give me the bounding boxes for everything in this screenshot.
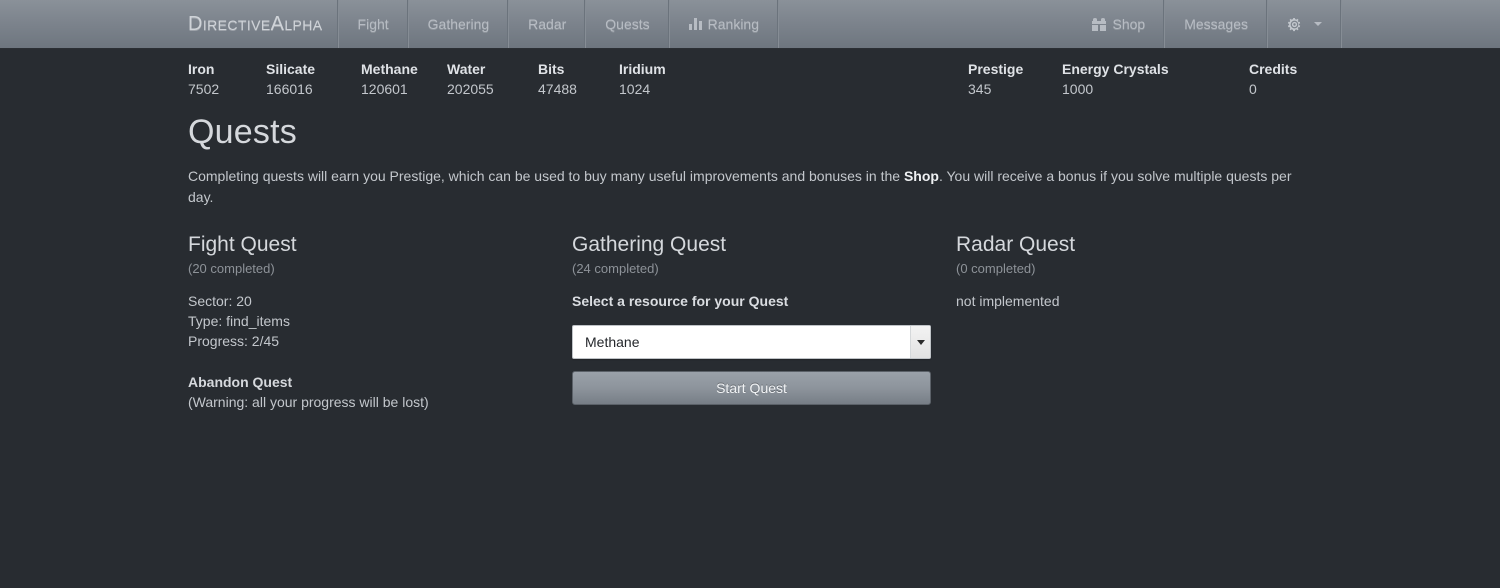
fight-quest-title: Fight Quest bbox=[188, 233, 297, 256]
chevron-down-icon bbox=[1314, 22, 1322, 26]
fight-quest-progress: Progress: 2/45 bbox=[188, 333, 280, 349]
resource-select-wrapper: IronSilicateMethaneWaterBitsIridium bbox=[572, 325, 931, 359]
resource-group-primary: Iron 7502 Silicate 166016 Methane 120601… bbox=[188, 59, 666, 100]
nav-item-label: Ranking bbox=[707, 16, 760, 32]
resource-name: Bits bbox=[538, 61, 565, 77]
nav-item-quests[interactable]: Quests bbox=[586, 0, 670, 48]
resource-credits: Credits 0 bbox=[1249, 59, 1297, 100]
radar-quest-status: not implemented bbox=[956, 293, 1060, 309]
resource-methane: Methane 120601 bbox=[361, 59, 447, 100]
resource-bits: Bits 47488 bbox=[538, 59, 619, 100]
nav-item-label: Radar bbox=[528, 16, 567, 32]
gathering-quest-completed: (24 completed) bbox=[572, 261, 659, 276]
nav-item-label: Shop bbox=[1112, 16, 1146, 32]
resource-value: 202055 bbox=[447, 81, 494, 97]
resource-name: Water bbox=[447, 61, 486, 77]
abandon-quest-warning: (Warning: all your progress will be lost… bbox=[188, 394, 429, 410]
page-description: Completing quests will earn you Prestige… bbox=[188, 166, 1318, 208]
page-description-part1: Completing quests will earn you Prestige… bbox=[188, 168, 904, 184]
gift-icon bbox=[1092, 17, 1107, 31]
radar-quest-title: Radar Quest bbox=[956, 233, 1076, 256]
nav-item-settings-dropdown[interactable] bbox=[1268, 0, 1342, 48]
page-title: Quests bbox=[188, 113, 297, 151]
brand-logo[interactable]: DirectiveAlpha bbox=[188, 0, 339, 48]
resource-value: 1000 bbox=[1062, 81, 1094, 97]
resource-select[interactable]: IronSilicateMethaneWaterBitsIridium bbox=[572, 325, 931, 359]
resource-name: Methane bbox=[361, 61, 418, 77]
radar-quest-completed: (0 completed) bbox=[956, 261, 1036, 276]
nav-item-radar[interactable]: Radar bbox=[509, 0, 587, 48]
resource-value: 7502 bbox=[188, 81, 220, 97]
resource-value: 120601 bbox=[361, 81, 408, 97]
bar-chart-icon bbox=[688, 18, 702, 30]
fight-quest-details: Sector: 20 Type: find_items Progress: 2/… bbox=[188, 291, 572, 351]
fight-quest-panel: Fight Quest (20 completed) Sector: 20 Ty… bbox=[188, 232, 572, 412]
abandon-quest-block: Abandon Quest (Warning: all your progres… bbox=[188, 372, 572, 412]
navbar-left-spacer bbox=[0, 0, 188, 48]
fight-quest-type: Type: find_items bbox=[188, 313, 290, 329]
gathering-quest-title: Gathering Quest bbox=[572, 233, 727, 256]
nav-item-label: Fight bbox=[357, 16, 389, 32]
resource-value: 47488 bbox=[538, 81, 577, 97]
navbar-right-group: Shop Messages bbox=[1073, 0, 1342, 48]
quest-columns: Fight Quest (20 completed) Sector: 20 Ty… bbox=[188, 232, 1340, 412]
nav-item-fight[interactable]: Fight bbox=[339, 0, 409, 48]
resource-name: Credits bbox=[1249, 61, 1298, 77]
resource-energy-crystals: Energy Crystals 1000 bbox=[1062, 59, 1249, 100]
resource-select-label: Select a resource for your Quest bbox=[572, 293, 789, 309]
nav-item-label: Messages bbox=[1184, 16, 1248, 32]
navbar-right-spacer bbox=[1342, 0, 1500, 48]
nav-item-label: Gathering bbox=[427, 16, 490, 32]
resource-name: Silicate bbox=[266, 61, 316, 77]
fight-quest-sector: Sector: 20 bbox=[188, 293, 252, 309]
abandon-quest-link[interactable]: Abandon Quest bbox=[188, 372, 572, 392]
shop-link[interactable]: Shop bbox=[904, 168, 939, 184]
resource-bar: Iron 7502 Silicate 166016 Methane 120601… bbox=[0, 49, 1500, 111]
nav-item-label: Quests bbox=[605, 16, 650, 32]
start-quest-button[interactable]: Start Quest bbox=[572, 371, 931, 405]
resource-name: Iron bbox=[188, 61, 215, 77]
brand-label: DirectiveAlpha bbox=[188, 12, 323, 35]
resource-value: 0 bbox=[1249, 81, 1257, 97]
resource-prestige: Prestige 345 bbox=[968, 59, 1062, 100]
top-navbar: DirectiveAlpha Fight Gathering Radar Que… bbox=[0, 0, 1500, 49]
radar-quest-panel: Radar Quest (0 completed) not implemente… bbox=[956, 232, 1340, 412]
fight-quest-completed: (20 completed) bbox=[188, 261, 275, 276]
nav-item-ranking[interactable]: Ranking bbox=[670, 0, 780, 48]
nav-item-messages[interactable]: Messages bbox=[1165, 0, 1268, 48]
resource-name: Prestige bbox=[968, 61, 1024, 77]
gear-icon bbox=[1287, 17, 1302, 32]
resource-value: 1024 bbox=[619, 81, 651, 97]
resource-name: Iridium bbox=[619, 61, 666, 77]
nav-item-gathering[interactable]: Gathering bbox=[409, 0, 510, 48]
resource-value: 345 bbox=[968, 81, 992, 97]
resource-water: Water 202055 bbox=[447, 59, 538, 100]
resource-iridium: Iridium 1024 bbox=[619, 59, 666, 100]
nav-item-shop[interactable]: Shop bbox=[1073, 0, 1166, 48]
resource-name: Energy Crystals bbox=[1062, 61, 1169, 77]
gathering-quest-panel: Gathering Quest (24 completed) Select a … bbox=[572, 232, 956, 412]
resource-group-secondary: Prestige 345 Energy Crystals 1000 Credit… bbox=[968, 59, 1297, 100]
navbar-middle-fill bbox=[779, 0, 1073, 48]
resource-value: 166016 bbox=[266, 81, 313, 97]
resource-iron: Iron 7502 bbox=[188, 59, 266, 100]
main-content: Quests Completing quests will earn you P… bbox=[0, 111, 1500, 412]
resource-silicate: Silicate 166016 bbox=[266, 59, 361, 100]
